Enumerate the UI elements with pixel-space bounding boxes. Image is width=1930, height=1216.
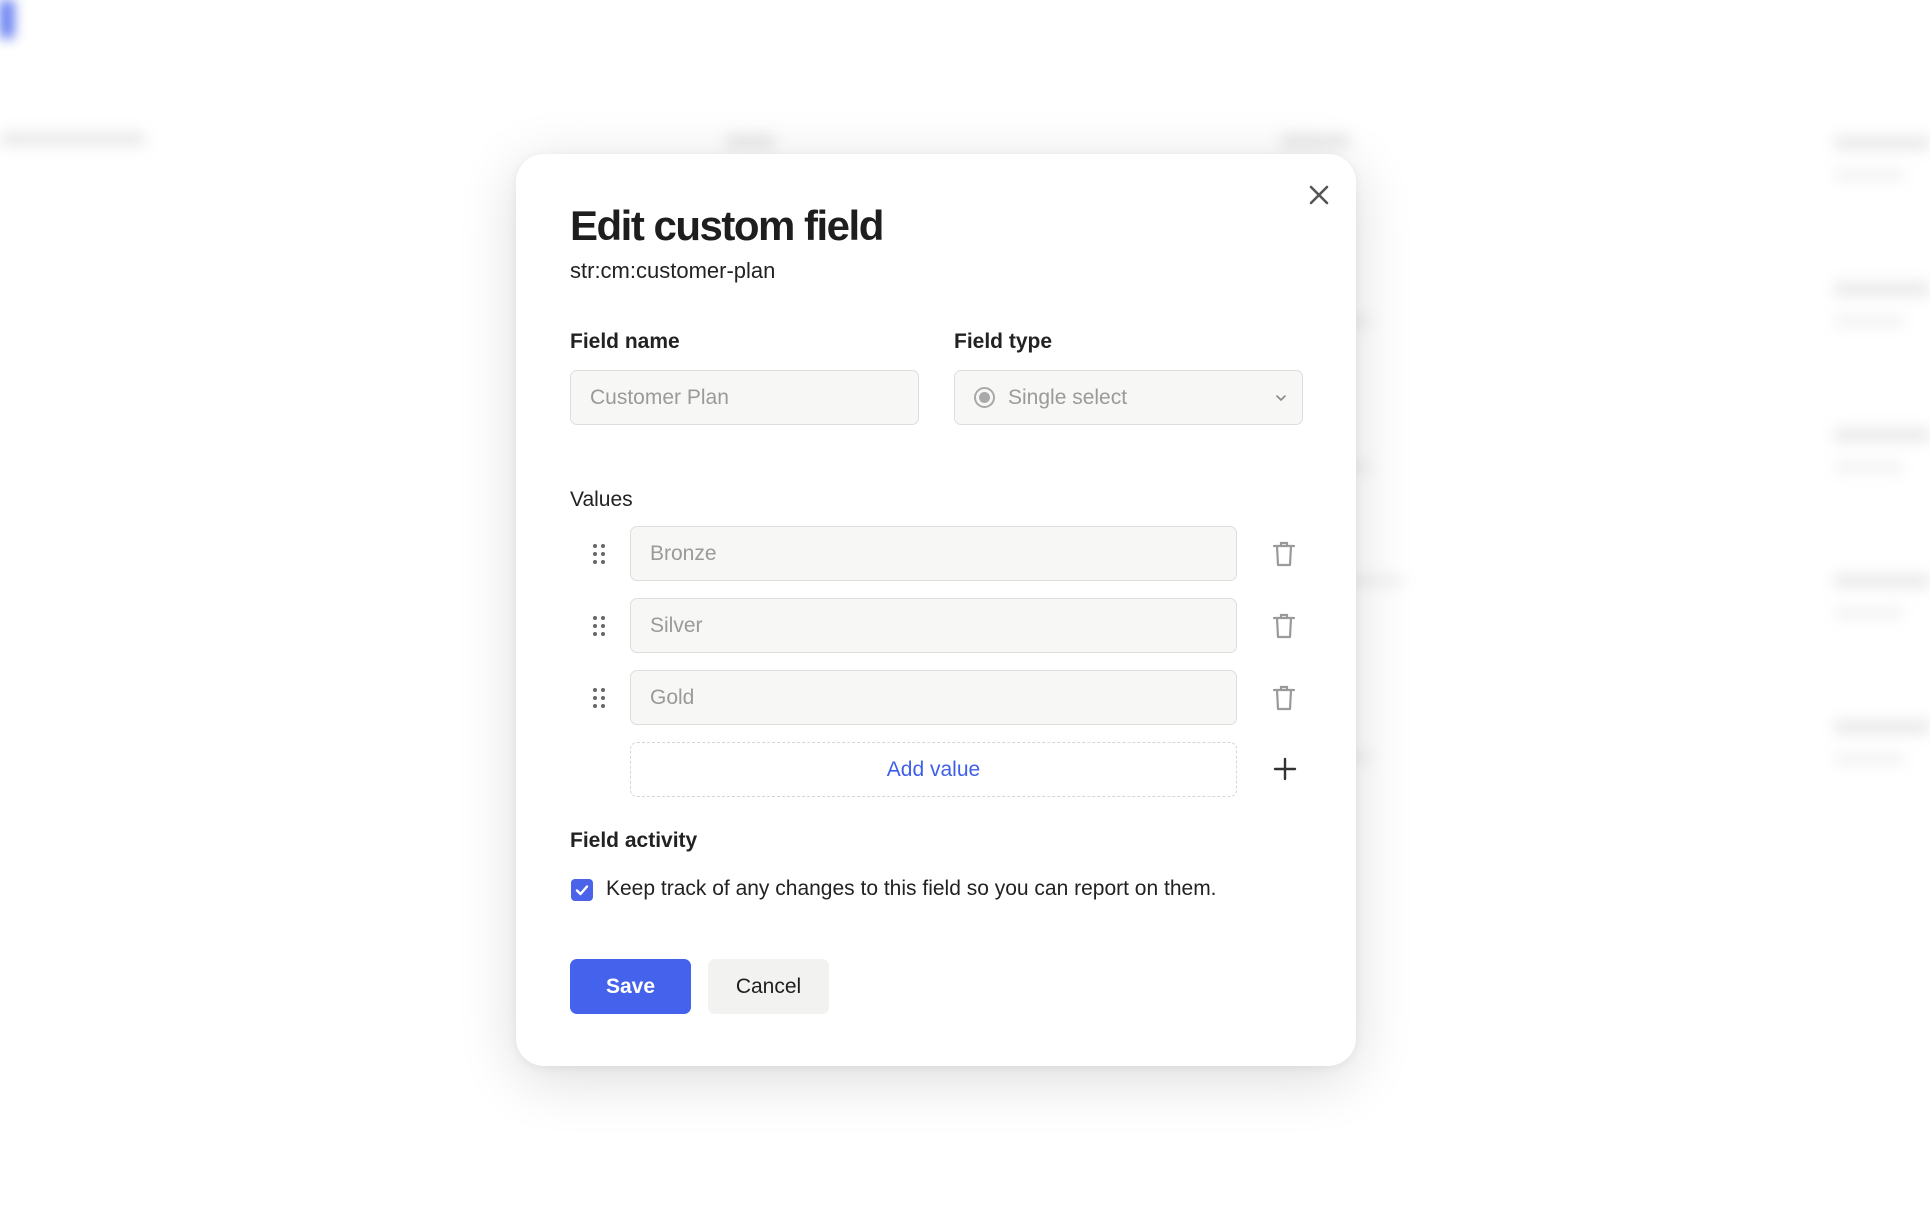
background-blurred-text (1834, 754, 1904, 764)
value-row: Silver (570, 598, 1310, 653)
background-blurred-text (0, 132, 145, 146)
background-blurred-text (1834, 282, 1930, 296)
value-input[interactable]: Silver (630, 598, 1237, 653)
values-label: Values (570, 488, 633, 511)
checkmark-icon (575, 885, 589, 896)
value-input[interactable]: Gold (630, 670, 1237, 725)
background-blurred-text (1834, 428, 1930, 442)
edit-custom-field-dialog: Edit custom field str:cm:customer-plan F… (516, 154, 1356, 1066)
background-accent (0, 0, 14, 38)
drag-handle-icon[interactable] (592, 687, 606, 709)
track-changes-checkbox[interactable] (571, 879, 593, 901)
background-blurred-text (1834, 574, 1930, 588)
background-blurred-text (1834, 462, 1904, 472)
background-blurred-text (1834, 170, 1904, 180)
background-blurred-text (1834, 136, 1930, 150)
add-value-button[interactable]: Add value (630, 742, 1237, 797)
drag-handle-icon[interactable] (592, 615, 606, 637)
save-button[interactable]: Save (570, 959, 691, 1014)
trash-icon[interactable] (1272, 613, 1296, 639)
chevron-down-icon (1276, 395, 1286, 401)
close-icon (1309, 185, 1329, 205)
field-name-value: Customer Plan (590, 385, 729, 409)
background-blurred-text (1834, 316, 1904, 326)
track-changes-label: Keep track of any changes to this field … (606, 877, 1217, 900)
background-blurred-text (1280, 134, 1350, 148)
value-text: Silver (650, 613, 703, 637)
dialog-title: Edit custom field (570, 202, 884, 249)
field-name-input[interactable]: Customer Plan (570, 370, 919, 425)
field-activity-label: Field activity (570, 829, 698, 852)
add-value-row: Add value (570, 742, 1310, 797)
plus-icon[interactable] (1273, 757, 1297, 781)
field-type-select[interactable]: Single select (954, 370, 1303, 425)
value-text: Bronze (650, 541, 717, 565)
background-blurred-text (1834, 720, 1930, 734)
background-blurred-text (1834, 608, 1904, 618)
field-name-label: Field name (570, 330, 680, 353)
trash-icon[interactable] (1272, 685, 1296, 711)
cancel-button[interactable]: Cancel (708, 959, 829, 1014)
background-blurred-text (1350, 576, 1405, 586)
radio-icon (974, 387, 995, 408)
drag-handle-icon[interactable] (592, 543, 606, 565)
field-type-label: Field type (954, 330, 1053, 353)
value-row: Bronze (570, 526, 1310, 581)
trash-icon[interactable] (1272, 541, 1296, 567)
background-blurred-text (725, 134, 775, 148)
close-button[interactable] (1301, 177, 1337, 213)
value-text: Gold (650, 685, 695, 709)
value-row: Gold (570, 670, 1310, 725)
value-input[interactable]: Bronze (630, 526, 1237, 581)
field-key: str:cm:customer-plan (570, 258, 776, 283)
field-type-value: Single select (1008, 385, 1128, 409)
